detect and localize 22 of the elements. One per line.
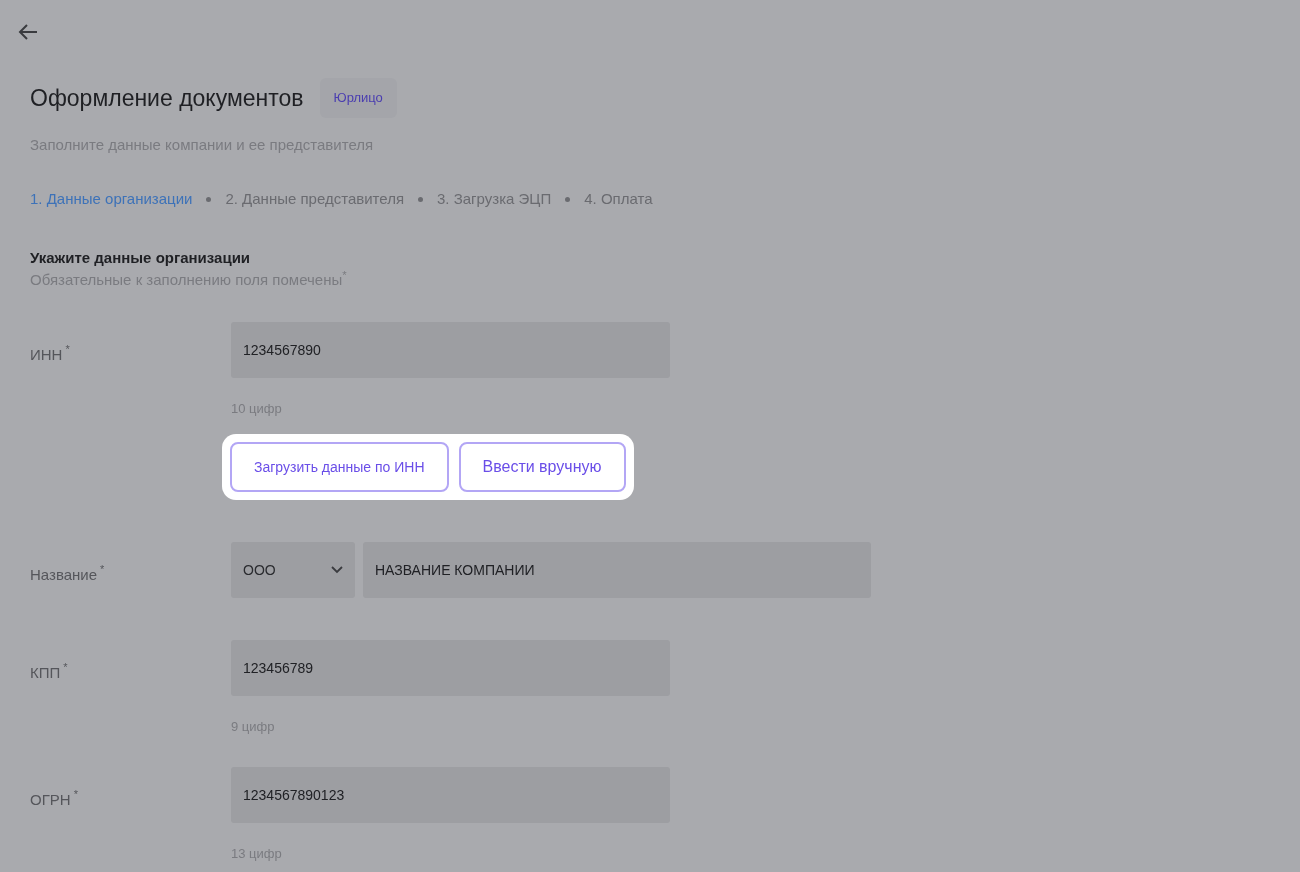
status-badge: Юрлицо [319,78,397,118]
input-field[interactable]: 1234567890 [231,321,670,378]
required-mark: * [65,341,70,357]
step-separator-icon [565,196,571,202]
chevron-down-icon [331,566,343,574]
action-button[interactable]: Загрузить данные по ИНН [230,442,449,492]
legal-form-select[interactable]: ООО [231,542,355,598]
field-label: КПП [30,663,61,683]
section-title: Укажите данные организации [30,247,252,268]
company-name-field[interactable]: НАЗВАНИЕ КОМПАНИИ [363,542,871,598]
required-mark: * [100,562,105,577]
field-label: ОГРН [30,789,71,810]
field-label: Название [30,565,98,585]
step-separator-icon [206,196,212,202]
page-title: Оформление документов [30,83,304,113]
required-mark: * [73,786,78,802]
required-mark: * [63,660,68,675]
field-label: ИНН [30,344,63,365]
input-field[interactable]: 1234567890123 [231,766,670,823]
step-separator-icon [418,196,424,202]
input-field[interactable]: 123456789 [231,640,670,696]
action-button[interactable]: Ввести вручную [458,442,626,492]
